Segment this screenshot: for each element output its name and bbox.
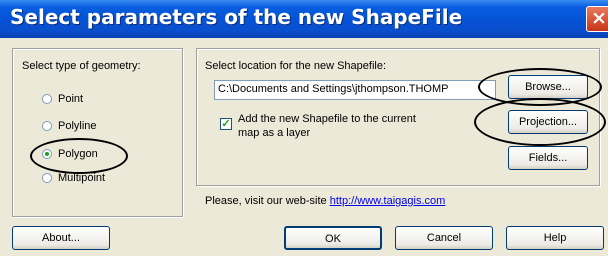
browse-button[interactable]: Browse...	[508, 75, 588, 99]
radio-polyline[interactable]: Polyline	[42, 120, 97, 132]
help-button-label: Help	[543, 232, 567, 244]
fields-button-label: Fields...	[528, 152, 568, 164]
radio-polygon-icon	[42, 149, 52, 159]
cancel-button[interactable]: Cancel	[395, 226, 493, 250]
about-button-label: About...	[42, 232, 80, 244]
radio-multipoint-label: Multipoint	[58, 172, 106, 184]
window-title: Select parameters of the new ShapeFile	[10, 5, 463, 29]
fields-button[interactable]: Fields...	[508, 146, 588, 170]
ok-button[interactable]: OK	[284, 226, 382, 250]
radio-point[interactable]: Point	[42, 93, 83, 105]
close-icon[interactable]: ×	[586, 6, 608, 32]
radio-point-label: Point	[58, 93, 84, 105]
add-layer-checkbox[interactable]: ✓	[220, 118, 232, 130]
radio-polygon[interactable]: Polygon	[42, 148, 98, 160]
projection-button[interactable]: Projection...	[508, 110, 588, 134]
browse-button-label: Browse...	[525, 81, 571, 93]
radio-polygon-label: Polygon	[58, 148, 98, 160]
radio-polyline-label: Polyline	[58, 120, 97, 132]
help-button[interactable]: Help	[506, 226, 604, 250]
geometry-label: Select type of geometry:	[22, 60, 141, 72]
cancel-button-label: Cancel	[426, 232, 462, 244]
geometry-panel	[12, 48, 183, 217]
radio-multipoint[interactable]: Multipoint	[42, 172, 105, 184]
website-line: Please, visit our web-site http://www.ta…	[205, 195, 445, 207]
add-layer-label-line1: Add the new Shapefile to the current	[238, 113, 416, 125]
add-layer-label-line2: map as a layer	[238, 127, 311, 139]
path-input[interactable]: C:\Documents and Settings\jthompson.THOM…	[214, 80, 496, 100]
title-bar[interactable]: Select parameters of the new ShapeFile ×	[0, 0, 608, 38]
website-link[interactable]: http://www.taigagis.com	[330, 195, 446, 207]
website-text: Please, visit our web-site	[205, 195, 327, 207]
about-button[interactable]: About...	[12, 226, 110, 250]
radio-polyline-icon	[42, 121, 52, 131]
ok-button-label: OK	[325, 233, 341, 245]
radio-multipoint-icon	[42, 173, 52, 183]
location-label: Select location for the new Shapefile:	[205, 60, 387, 72]
radio-point-icon	[42, 94, 52, 104]
projection-button-label: Projection...	[518, 116, 578, 128]
